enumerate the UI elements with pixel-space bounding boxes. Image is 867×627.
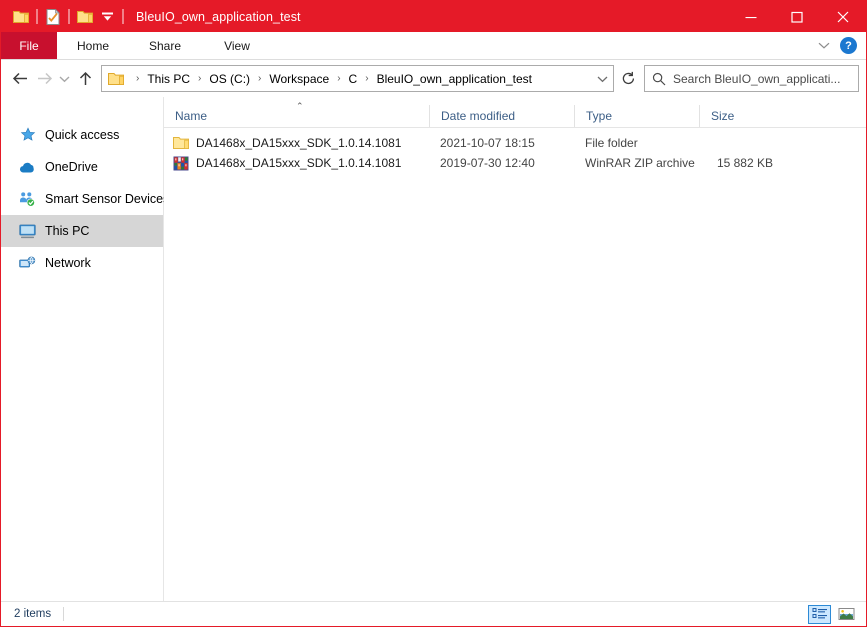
toolbar-separator: [36, 9, 38, 24]
breadcrumb-item-os-c[interactable]: OS (C:): [208, 72, 251, 86]
large-icons-view-button[interactable]: [835, 605, 858, 624]
close-button[interactable]: [820, 1, 866, 32]
status-divider: [63, 607, 65, 621]
breadcrumb-separator: ›: [258, 72, 262, 84]
tab-file[interactable]: File: [1, 32, 57, 59]
file-name-cell: DA1468x_DA15xxx_SDK_1.0.14.1081: [164, 135, 429, 151]
file-date-cell: 2019-07-30 12:40: [440, 156, 535, 170]
breadcrumb-separator: ›: [337, 72, 341, 84]
tab-share[interactable]: Share: [129, 32, 201, 59]
table-row[interactable]: DA1468x_DA15xxx_SDK_1.0.14.1081 2021-10-…: [164, 133, 866, 153]
breadcrumb-item-this-pc[interactable]: This PC: [146, 72, 191, 86]
maximize-button[interactable]: [774, 1, 820, 32]
breadcrumb-separator: ›: [365, 72, 369, 84]
file-size-cell: 15 882 KB: [716, 156, 773, 170]
search-input[interactable]: Search BleuIO_own_applicati...: [673, 72, 840, 86]
column-header-name[interactable]: Name ⌃: [164, 101, 429, 127]
breadcrumb-separator: ›: [198, 72, 202, 84]
breadcrumb-separator: ›: [136, 72, 140, 84]
file-name-label: DA1468x_DA15xxx_SDK_1.0.14.1081: [196, 136, 402, 150]
tab-home[interactable]: Home: [57, 32, 129, 59]
tab-view[interactable]: View: [201, 32, 273, 59]
sidebar-item-label: Network: [45, 256, 91, 270]
chevron-down-icon[interactable]: [96, 6, 118, 28]
file-list-pane: Name ⌃ Date modified Type Size DA1468x_D…: [164, 97, 866, 601]
title-bar: BleuIO_own_application_test: [1, 1, 866, 32]
address-bar[interactable]: › This PC › OS (C:) › Workspace › C › Bl…: [101, 65, 614, 92]
window-controls: [728, 1, 866, 32]
expand-ribbon-chevron-icon[interactable]: [814, 41, 834, 50]
sidebar-item-quick-access[interactable]: Quick access: [1, 119, 163, 151]
folder-icon: [173, 135, 189, 151]
file-type-cell: File folder: [585, 136, 638, 150]
breadcrumb-item-c[interactable]: C: [348, 72, 359, 86]
address-bar-row: › This PC › OS (C:) › Workspace › C › Bl…: [1, 60, 866, 97]
column-header-label: Date modified: [441, 109, 516, 123]
file-name-label: DA1468x_DA15xxx_SDK_1.0.14.1081: [196, 156, 402, 170]
sidebar-item-smart-sensor-devices[interactable]: Smart Sensor Devices: [1, 183, 169, 215]
item-count-label: 2 items: [14, 608, 52, 620]
search-box[interactable]: Search BleuIO_own_applicati...: [644, 65, 859, 92]
recent-locations-chevron-icon[interactable]: [56, 66, 73, 92]
column-header-date-modified[interactable]: Date modified: [429, 105, 574, 127]
toolbar-separator: [68, 9, 70, 24]
quick-access-toolbar: [1, 6, 128, 28]
folder-icon[interactable]: [10, 6, 32, 28]
winrar-archive-icon: [173, 155, 189, 171]
file-name-cell: DA1468x_DA15xxx_SDK_1.0.14.1081: [164, 155, 429, 171]
window-title: BleuIO_own_application_test: [136, 9, 301, 24]
address-folder-icon: [102, 72, 129, 86]
new-folder-icon[interactable]: [74, 6, 96, 28]
breadcrumb: › This PC › OS (C:) › Workspace › C › Bl…: [129, 72, 591, 86]
network-icon: [19, 255, 36, 272]
sidebar-item-label: Smart Sensor Devices: [45, 192, 170, 206]
monitor-icon: [19, 223, 36, 240]
minimize-button[interactable]: [728, 1, 774, 32]
sync-folder-icon: [19, 191, 36, 208]
column-header-type[interactable]: Type: [574, 105, 699, 127]
column-header-size[interactable]: Size: [699, 105, 777, 127]
ribbon-right-controls: ?: [814, 32, 862, 59]
view-mode-buttons: [808, 604, 858, 624]
back-button[interactable]: [8, 66, 32, 92]
star-icon: [19, 127, 36, 144]
breadcrumb-item-workspace[interactable]: Workspace: [268, 72, 330, 86]
breadcrumb-item-current-folder[interactable]: BleuIO_own_application_test: [376, 72, 533, 86]
sidebar-item-label: OneDrive: [45, 160, 98, 174]
column-header-label: Type: [586, 109, 613, 123]
properties-icon[interactable]: [42, 6, 64, 28]
search-icon: [645, 72, 673, 86]
column-header-label: Size: [711, 109, 735, 123]
file-date-cell: 2021-10-07 18:15: [440, 136, 535, 150]
file-explorer-window: BleuIO_own_application_test File Home Sh…: [0, 0, 867, 627]
column-header-label: Name: [175, 109, 208, 123]
file-rows: DA1468x_DA15xxx_SDK_1.0.14.1081 2021-10-…: [164, 128, 866, 601]
up-button[interactable]: [73, 66, 97, 92]
main-area: Quick access OneDrive Smart Sensor Devic…: [1, 97, 866, 601]
table-row[interactable]: DA1468x_DA15xxx_SDK_1.0.14.1081 2019-07-…: [164, 153, 866, 173]
ribbon-tab-bar: File Home Share View ?: [1, 32, 866, 60]
sidebar-item-this-pc[interactable]: This PC: [1, 215, 163, 247]
sort-ascending-caret-icon: ⌃: [296, 101, 304, 111]
toolbar-separator: [122, 9, 124, 24]
status-bar: 2 items: [1, 601, 866, 626]
sidebar-item-label: This PC: [45, 224, 90, 238]
address-dropdown-chevron-icon[interactable]: [591, 75, 613, 83]
refresh-button[interactable]: [614, 66, 642, 91]
sidebar-item-label: Quick access: [45, 128, 120, 142]
cloud-icon: [19, 159, 36, 176]
details-view-button[interactable]: [808, 604, 831, 624]
forward-button[interactable]: [32, 66, 56, 92]
sidebar-item-onedrive[interactable]: OneDrive: [1, 151, 163, 183]
file-type-cell: WinRAR ZIP archive: [585, 156, 695, 170]
column-headers: Name ⌃ Date modified Type Size: [164, 97, 866, 128]
sidebar-item-network[interactable]: Network: [1, 247, 163, 279]
help-icon[interactable]: ?: [840, 37, 857, 54]
navigation-pane: Quick access OneDrive Smart Sensor Devic…: [1, 97, 169, 601]
